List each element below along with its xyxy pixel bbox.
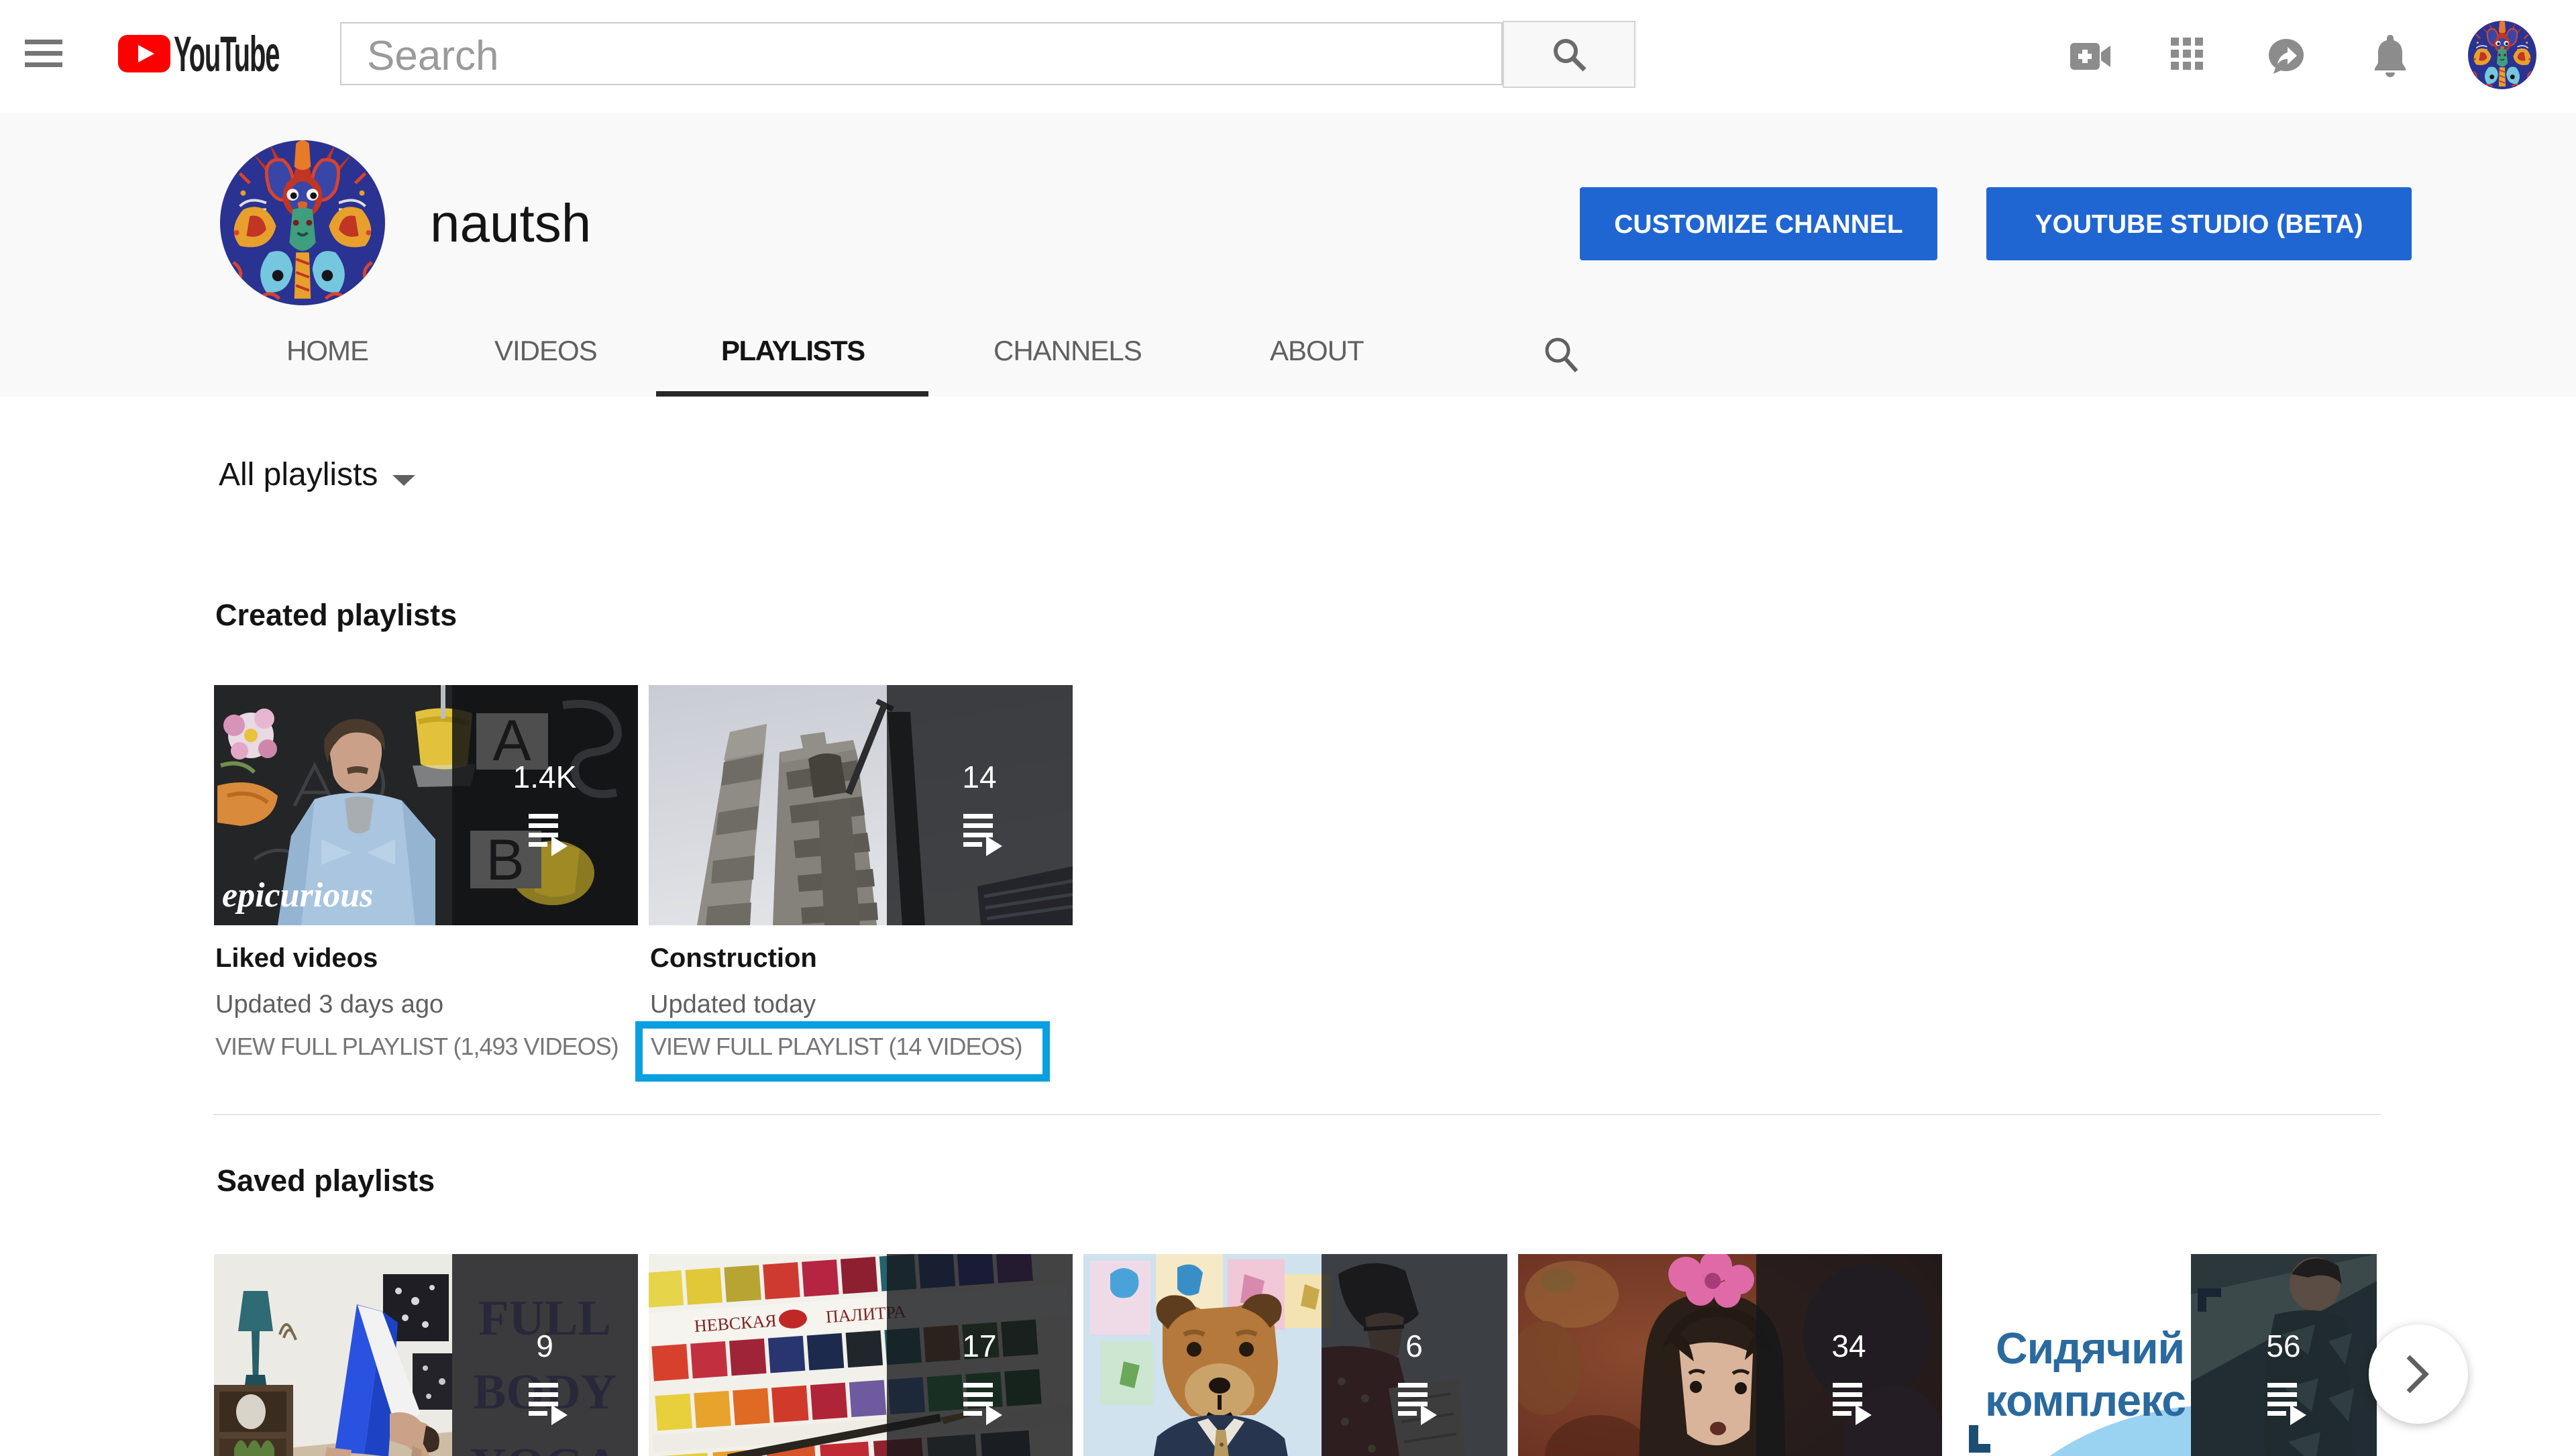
svg-text:6: 6 (1405, 1329, 1423, 1363)
svg-text:9: 9 (536, 1329, 553, 1363)
svg-text:B: B (486, 828, 524, 892)
svg-text:56: 56 (2266, 1329, 2300, 1363)
svg-text:14: 14 (962, 760, 996, 794)
svg-text:17: 17 (962, 1329, 996, 1363)
svg-text:34: 34 (1831, 1329, 1866, 1363)
svg-text:epicurious: epicurious (222, 876, 373, 915)
svg-text:комплекс: комплекс (1985, 1375, 2186, 1425)
svg-text:Сидячий: Сидячий (1996, 1323, 2184, 1373)
svg-text:1.4K: 1.4K (513, 760, 577, 794)
